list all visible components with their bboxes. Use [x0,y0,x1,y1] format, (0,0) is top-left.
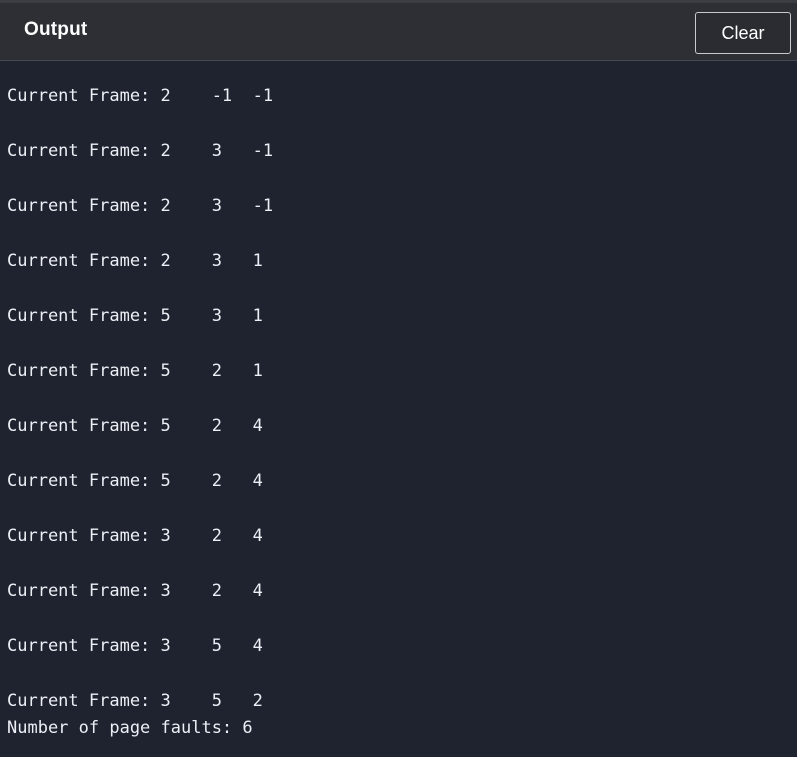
output-title: Output [24,19,88,40]
output-line: Current Frame: 3 2 4 [7,526,263,546]
output-header: Output Clear [0,3,797,61]
output-line: Current Frame: 5 2 1 [7,361,263,381]
clear-button[interactable]: Clear [695,12,791,54]
page-faults-summary: Number of page faults: 6 [7,718,253,738]
output-line: Current Frame: 2 -1 -1 [7,86,274,106]
output-line: Current Frame: 5 2 4 [7,471,263,491]
output-line: Current Frame: 3 5 2 [7,691,263,711]
output-line: Current Frame: 2 3 1 [7,251,263,271]
output-console[interactable]: Current Frame: 2 -1 -1 Current Frame: 2 … [0,62,797,757]
output-line: Current Frame: 3 5 4 [7,636,263,656]
output-line: Current Frame: 2 3 -1 [7,196,274,216]
output-line: Current Frame: 2 3 -1 [7,141,274,161]
output-line: Current Frame: 3 2 4 [7,581,263,601]
output-line: Current Frame: 5 3 1 [7,306,263,326]
output-line: Current Frame: 5 2 4 [7,416,263,436]
